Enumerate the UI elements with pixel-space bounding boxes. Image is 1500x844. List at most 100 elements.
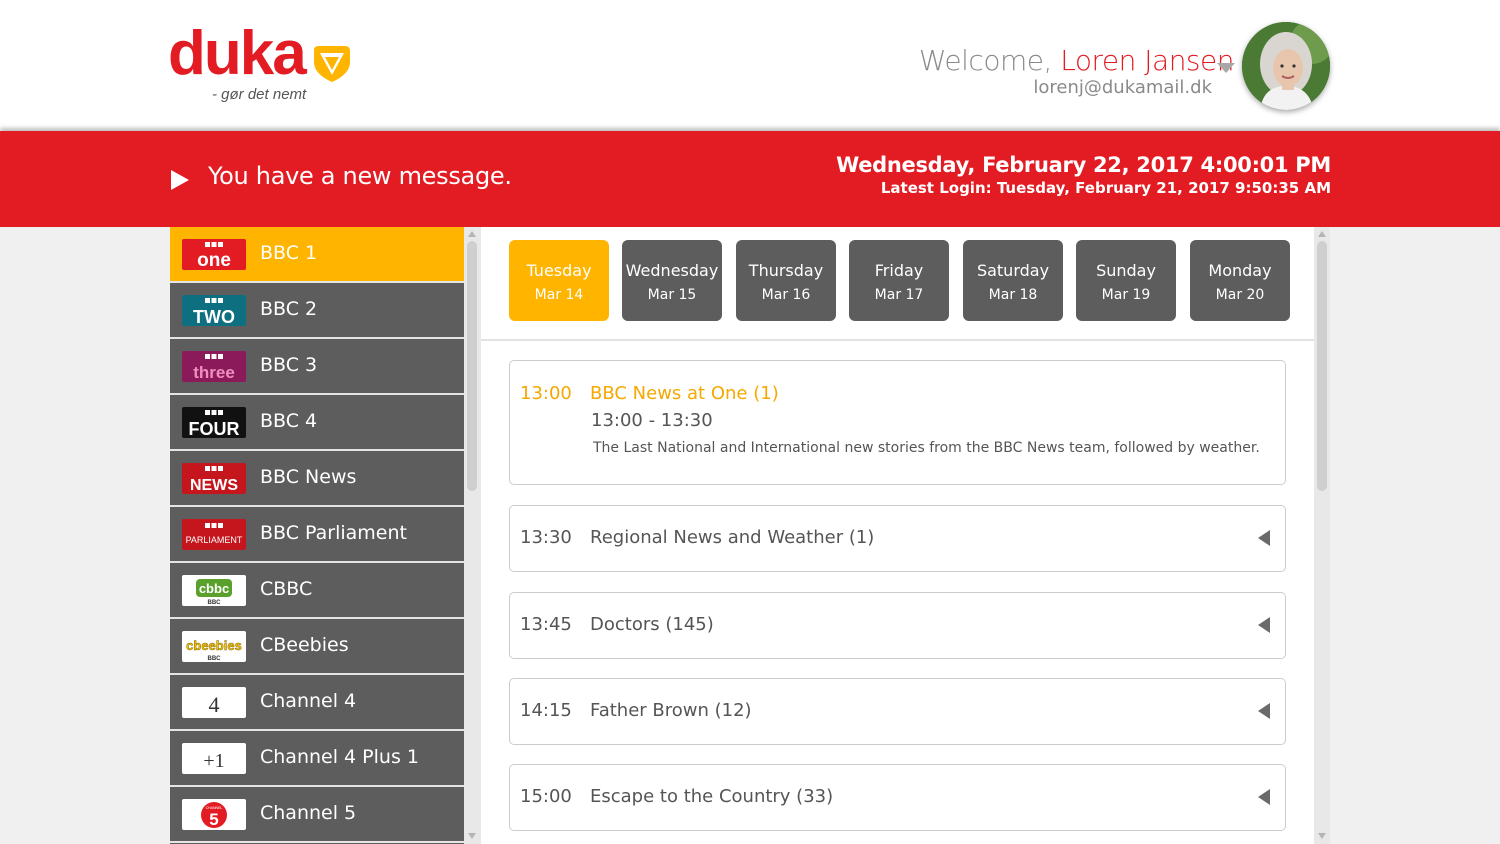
day-date: Mar 20 — [1215, 287, 1265, 303]
bbc-one-logo-icon: one — [182, 239, 246, 270]
play-icon[interactable] — [170, 169, 190, 191]
channel-name: CBBC — [260, 578, 313, 600]
channel-4-plus-1-logo-icon: +1 — [182, 743, 246, 774]
scrollbar-thumb[interactable] — [1317, 241, 1327, 491]
tab-friday[interactable]: Friday Mar 17 — [849, 240, 949, 321]
bbc-three-logo-icon: three — [182, 351, 246, 382]
day-name: Saturday — [976, 261, 1050, 280]
svg-text:three: three — [193, 363, 235, 382]
program-time: 13:00 — [520, 383, 572, 404]
program-item[interactable]: 15:00 Escape to the Country (33) — [509, 764, 1286, 831]
expand-arrow-icon[interactable] — [1257, 788, 1271, 806]
new-message-link[interactable]: You have a new message. — [208, 162, 512, 190]
day-name: Tuesday — [526, 261, 592, 280]
channel-name: BBC 3 — [260, 354, 318, 376]
program-guide: Tuesday Mar 14 Wednesday Mar 15 Thursday… — [481, 227, 1314, 844]
tab-saturday[interactable]: Saturday Mar 18 — [963, 240, 1063, 321]
svg-text:+1: +1 — [203, 750, 224, 772]
bbc-two-logo-icon: TWO — [182, 295, 246, 326]
logo-tagline: - gør det nemt — [212, 86, 307, 103]
program-title: Father Brown (12) — [590, 700, 752, 721]
avatar[interactable] — [1242, 22, 1330, 110]
day-date: Mar 15 — [647, 287, 697, 303]
channel-item-bbc-parliament[interactable]: PARLIAMENT BBC Parliament — [170, 507, 464, 563]
channel-name: BBC Parliament — [260, 522, 407, 544]
expand-arrow-icon[interactable] — [1257, 529, 1271, 547]
channel-item-cbbc[interactable]: cbbc BBC CBBC — [170, 563, 464, 619]
channel-name: Channel 4 Plus 1 — [260, 746, 419, 768]
svg-text:PARLIAMENT: PARLIAMENT — [186, 535, 243, 545]
channel-name: BBC 1 — [260, 242, 318, 264]
svg-text:NEWS: NEWS — [190, 477, 238, 494]
svg-text:TWO: TWO — [193, 307, 235, 326]
channel-list: one BBC 1 TWO BBC 2 three BBC 3 FOUR BBC… — [170, 227, 464, 844]
svg-text:BBC: BBC — [208, 600, 222, 606]
svg-text:one: one — [197, 250, 231, 270]
channel-item-bbc-3[interactable]: three BBC 3 — [170, 339, 464, 395]
program-time: 15:00 — [520, 786, 572, 807]
cbeebies-logo-icon: cbeebies BBC — [182, 631, 246, 662]
notification-banner: You have a new message. Wednesday, Febru… — [0, 131, 1500, 227]
channel-5-logo-icon: CHANNEL 5 — [182, 799, 246, 830]
program-title: Doctors (145) — [590, 614, 714, 635]
bbc-four-logo-icon: FOUR — [182, 407, 246, 438]
svg-text:cbbc: cbbc — [199, 581, 229, 596]
svg-text:4: 4 — [209, 692, 220, 717]
channel-name: Channel 5 — [260, 802, 357, 824]
user-name[interactable]: Loren Jansen — [1060, 44, 1234, 77]
program-description: The Last National and International new … — [593, 440, 1260, 456]
scroll-down-icon[interactable] — [1317, 832, 1327, 840]
tab-thursday[interactable]: Thursday Mar 16 — [736, 240, 836, 321]
channel-item-bbc-2[interactable]: TWO BBC 2 — [170, 283, 464, 339]
day-date: Mar 19 — [1101, 287, 1151, 303]
channel-item-channel-4-plus-1[interactable]: +1 Channel 4 Plus 1 — [170, 731, 464, 787]
channel-item-channel-5[interactable]: CHANNEL 5 Channel 5 — [170, 787, 464, 843]
program-item[interactable]: 14:15 Father Brown (12) — [509, 678, 1286, 745]
scroll-down-icon[interactable] — [467, 832, 477, 840]
day-date: Mar 16 — [761, 287, 811, 303]
program-time: 13:30 — [520, 527, 572, 548]
welcome-prefix: Welcome, — [918, 44, 1061, 77]
program-item-expanded[interactable]: 13:00 BBC News at One (1) 13:00 - 13:30 … — [509, 360, 1286, 485]
user-email: lorenj@dukamail.dk — [1033, 77, 1212, 98]
tab-sunday[interactable]: Sunday Mar 19 — [1076, 240, 1176, 321]
channel-name: BBC News — [260, 466, 357, 488]
chevron-down-icon[interactable] — [1216, 61, 1236, 75]
day-name: Thursday — [748, 261, 824, 280]
channel-item-channel-4[interactable]: 4 Channel 4 — [170, 675, 464, 731]
tab-wednesday[interactable]: Wednesday Mar 15 — [622, 240, 722, 321]
day-name: Wednesday — [625, 261, 719, 280]
program-item[interactable]: 13:30 Regional News and Weather (1) — [509, 505, 1286, 572]
day-name: Sunday — [1096, 261, 1156, 280]
channel-name: Channel 4 — [260, 690, 357, 712]
day-name: Friday — [874, 261, 924, 280]
scroll-up-icon[interactable] — [467, 230, 477, 238]
program-guide-scrollbar[interactable] — [1314, 227, 1330, 844]
current-datetime: Wednesday, February 22, 2017 4:00:01 PM — [836, 153, 1331, 177]
svg-text:BBC: BBC — [208, 656, 222, 662]
channel-item-bbc-1[interactable]: one BBC 1 — [170, 227, 464, 283]
channel-item-cbeebies[interactable]: cbeebies BBC CBeebies — [170, 619, 464, 675]
channel-name: CBeebies — [260, 634, 349, 656]
day-date: Mar 18 — [988, 287, 1038, 303]
channel-name: BBC 4 — [260, 410, 318, 432]
header: duka - gør det nemt Welcome, Loren Janse… — [0, 0, 1500, 131]
duka-logo[interactable]: duka - gør det nemt — [168, 18, 368, 108]
day-name: Monday — [1208, 261, 1272, 280]
day-date: Mar 14 — [534, 287, 584, 303]
program-title: Escape to the Country (33) — [590, 786, 834, 807]
tab-monday[interactable]: Monday Mar 20 — [1190, 240, 1290, 321]
program-item[interactable]: 13:45 Doctors (145) — [509, 592, 1286, 659]
program-title: BBC News at One (1) — [590, 383, 779, 404]
channel-item-bbc-4[interactable]: FOUR BBC 4 — [170, 395, 464, 451]
tab-tuesday[interactable]: Tuesday Mar 14 — [509, 240, 609, 321]
scrollbar-thumb[interactable] — [467, 241, 477, 491]
channel-list-scrollbar[interactable] — [464, 227, 481, 844]
program-time: 13:45 — [520, 614, 572, 635]
cbbc-logo-icon: cbbc BBC — [182, 575, 246, 606]
scroll-up-icon[interactable] — [1317, 230, 1327, 238]
expand-arrow-icon[interactable] — [1257, 616, 1271, 634]
svg-text:FOUR: FOUR — [189, 419, 240, 438]
expand-arrow-icon[interactable] — [1257, 702, 1271, 720]
channel-item-bbc-news[interactable]: NEWS BBC News — [170, 451, 464, 507]
